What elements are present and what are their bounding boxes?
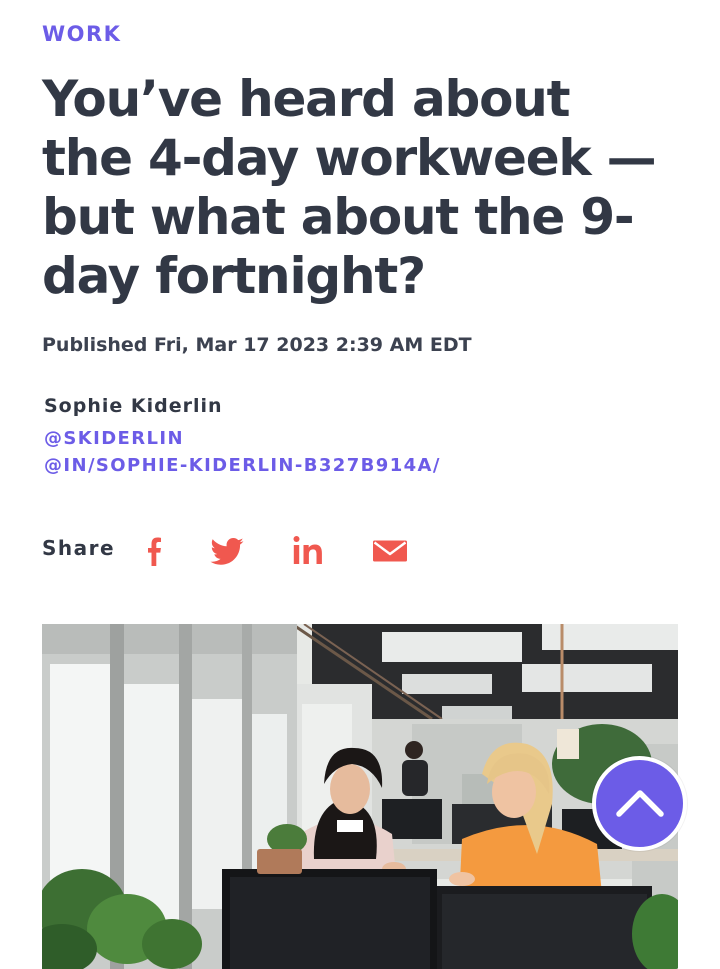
author-twitter-link[interactable]: @SKIDERLIN — [44, 428, 184, 449]
share-label: Share — [42, 536, 116, 560]
linkedin-icon[interactable] — [292, 532, 326, 568]
chevron-up-icon — [615, 786, 665, 822]
author-name: Sophie Kiderlin — [44, 395, 223, 417]
hero-image — [42, 624, 678, 969]
facebook-icon[interactable] — [142, 532, 166, 568]
published-date: Published Fri, Mar 17 2023 2:39 AM EDT — [42, 334, 472, 356]
author-linkedin-link[interactable]: @IN/SOPHIE-KIDERLIN-B327B914A/ — [44, 455, 441, 476]
headline: You’ve heard about the 4-day workweek — … — [42, 70, 657, 305]
category-link[interactable]: WORK — [42, 22, 121, 46]
scroll-to-top-button[interactable] — [592, 756, 687, 851]
email-icon[interactable] — [372, 532, 408, 568]
twitter-icon[interactable] — [208, 532, 246, 568]
share-bar: Share — [42, 530, 442, 570]
